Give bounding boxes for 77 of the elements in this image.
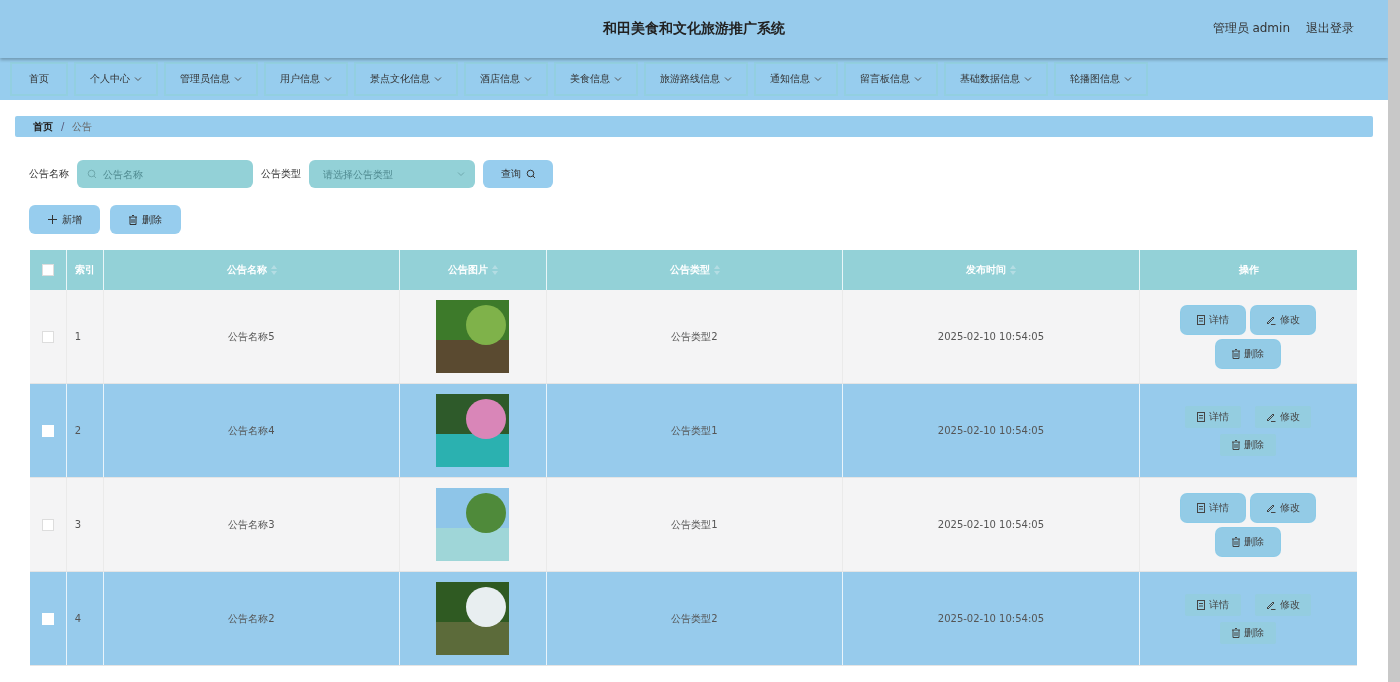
- delete-button[interactable]: 删除: [1220, 433, 1277, 456]
- add-button[interactable]: 新增: [29, 205, 100, 234]
- table-cell: 2: [66, 384, 104, 477]
- document-icon: [1197, 599, 1206, 610]
- table-cell: 2025-02-10 10:54:05: [937, 425, 1045, 436]
- pencil-icon: [1266, 599, 1277, 610]
- nav-menu-item[interactable]: 首页: [10, 62, 68, 96]
- document-icon: [1197, 314, 1206, 325]
- search-label: 公告类型: [261, 167, 301, 181]
- search-icon: [525, 169, 536, 179]
- breadcrumb-link[interactable]: 首页: [33, 119, 53, 134]
- pencil-icon: [1266, 502, 1277, 513]
- table-cell: 公告名称3: [228, 517, 275, 532]
- nav-menu-item[interactable]: 轮播图信息: [1054, 62, 1148, 96]
- table-cell: 2025-02-10 10:54:05: [937, 519, 1045, 530]
- sort-icon[interactable]: [713, 265, 720, 275]
- table-cell: 公告名称2: [228, 611, 275, 626]
- detail-button[interactable]: 详情: [1185, 593, 1242, 616]
- document-icon: [1197, 411, 1206, 422]
- nav-menu-item[interactable]: 美食信息: [554, 62, 638, 96]
- search-icon: [87, 169, 97, 179]
- edit-button[interactable]: 修改: [1251, 493, 1316, 522]
- system-title: 和田美食和文化旅游推广系统: [603, 20, 785, 38]
- row-checkbox[interactable]: [41, 330, 54, 343]
- pencil-icon: [1266, 411, 1277, 422]
- column-header: 操作: [1238, 263, 1259, 277]
- detail-button[interactable]: 详情: [1185, 405, 1242, 428]
- sort-icon[interactable]: [1010, 265, 1017, 275]
- table-cell: 公告类型1: [671, 423, 718, 438]
- table-cell: 3: [66, 478, 104, 571]
- table-cell: 公告名称5: [228, 329, 275, 344]
- document-icon: [1197, 502, 1206, 513]
- trash-icon: [1232, 439, 1241, 450]
- delete-button[interactable]: 删除: [1216, 339, 1281, 368]
- delete-button[interactable]: 删除: [110, 205, 181, 234]
- table-cell: 公告类型2: [671, 611, 718, 626]
- plus-icon: [47, 215, 57, 224]
- delete-button[interactable]: 删除: [1220, 621, 1277, 644]
- table-cell: 公告类型1: [671, 517, 718, 532]
- edit-button[interactable]: 修改: [1255, 593, 1312, 616]
- sort-icon[interactable]: [270, 265, 277, 275]
- nav-menu-item[interactable]: 个人中心: [74, 62, 158, 96]
- table-cell: 公告名称4: [228, 423, 275, 438]
- table-cell: 1: [66, 290, 104, 383]
- trash-icon: [1232, 536, 1241, 547]
- select-all-checkbox[interactable]: [41, 264, 54, 276]
- edit-button[interactable]: 修改: [1255, 405, 1312, 428]
- edit-button[interactable]: 修改: [1251, 305, 1316, 334]
- trash-icon: [129, 214, 137, 225]
- admin-user-label: 管理员 admin: [1212, 20, 1290, 37]
- nav-menu-item[interactable]: 旅游路线信息: [644, 62, 748, 96]
- delete-button[interactable]: 删除: [1216, 527, 1281, 556]
- nav-menu-item[interactable]: 用户信息: [264, 62, 348, 96]
- row-checkbox[interactable]: [41, 518, 54, 531]
- nav-menu-item[interactable]: 景点文化信息: [354, 62, 458, 96]
- logout-link[interactable]: 退出登录: [1306, 20, 1354, 37]
- trash-icon: [1232, 627, 1241, 638]
- name-search-field[interactable]: 公告名称: [77, 160, 253, 188]
- sort-icon[interactable]: [492, 265, 498, 275]
- column-header: 索引: [74, 263, 95, 277]
- query-button[interactable]: 查询: [483, 160, 553, 188]
- nav-menu-item[interactable]: 管理员信息: [164, 62, 258, 96]
- nav-menu-item[interactable]: 酒店信息: [464, 62, 548, 96]
- nav-menu-item[interactable]: 基础数据信息: [944, 62, 1048, 96]
- table-cell: 2025-02-10 10:54:05: [937, 613, 1045, 624]
- pencil-icon: [1266, 314, 1277, 325]
- table-cell: 4: [66, 572, 104, 665]
- table-cell: 公告类型2: [671, 329, 718, 344]
- breadcrumb-link[interactable]: 公告: [72, 119, 93, 134]
- detail-button[interactable]: 详情: [1181, 305, 1246, 334]
- trash-icon: [1232, 348, 1241, 359]
- breadcrumb-separator: /: [61, 121, 65, 132]
- table-cell: 2025-02-10 10:54:05: [937, 331, 1045, 342]
- nav-menu-item[interactable]: 通知信息: [754, 62, 838, 96]
- detail-button[interactable]: 详情: [1181, 493, 1246, 522]
- nav-menu-item[interactable]: 留言板信息: [844, 62, 938, 96]
- search-label: 公告名称: [29, 167, 69, 181]
